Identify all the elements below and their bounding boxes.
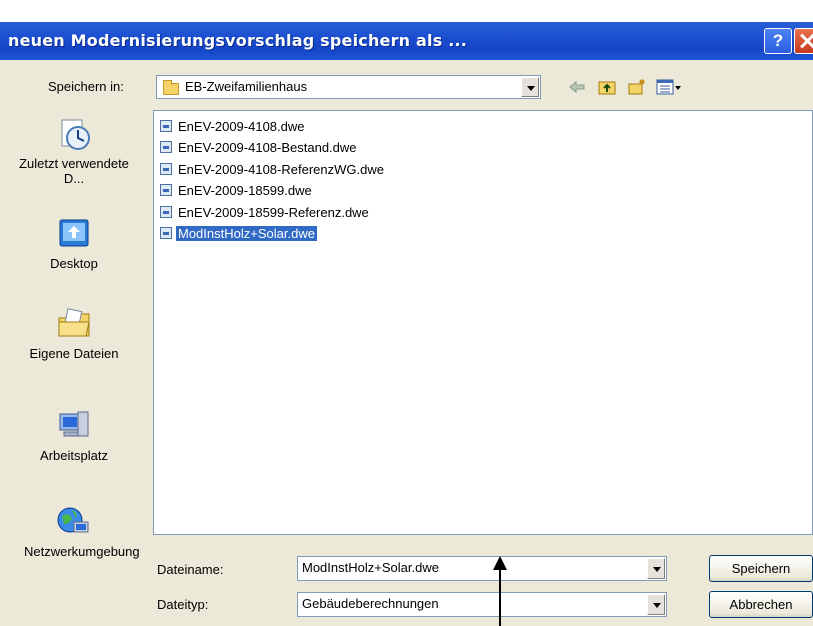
file-name: EnEV-2009-18599-Referenz.dwe bbox=[178, 205, 369, 220]
folder-icon bbox=[163, 80, 179, 95]
my-documents-icon bbox=[58, 308, 90, 337]
dwe-file-icon bbox=[160, 206, 172, 218]
dwe-file-icon bbox=[160, 141, 172, 153]
place-label: Zuletzt verwendete D... bbox=[19, 156, 129, 186]
file-name: EnEV-2009-4108.dwe bbox=[178, 119, 305, 134]
place-label: Eigene Dateien bbox=[29, 346, 119, 361]
place-network[interactable]: Netzwerkumgebung bbox=[0, 504, 148, 559]
my-computer-icon bbox=[59, 411, 89, 437]
filetype-value: Gebäudeberechnungen bbox=[302, 596, 439, 611]
up-folder-icon[interactable] bbox=[598, 78, 616, 96]
save-button[interactable]: Speichern bbox=[709, 555, 813, 582]
place-label: Netzwerkumgebung bbox=[24, 544, 140, 559]
dialog-title: neuen Modernisierungsvorschlag speichern… bbox=[8, 31, 468, 50]
close-button[interactable] bbox=[794, 28, 813, 54]
recent-documents-icon bbox=[61, 119, 90, 150]
network-icon bbox=[57, 507, 89, 533]
title-bar: neuen Modernisierungsvorschlag speichern… bbox=[0, 22, 813, 60]
filename-value: ModInstHolz+Solar.dwe bbox=[302, 560, 439, 575]
view-menu-icon[interactable] bbox=[656, 78, 682, 96]
dwe-file-icon bbox=[160, 227, 172, 239]
chevron-down-icon[interactable] bbox=[521, 77, 539, 97]
place-my-documents[interactable]: Eigene Dateien bbox=[0, 306, 148, 361]
dwe-file-icon bbox=[160, 120, 172, 132]
filename-input[interactable]: ModInstHolz+Solar.dwe bbox=[297, 556, 667, 581]
chevron-down-icon[interactable] bbox=[647, 558, 665, 579]
back-arrow-icon[interactable] bbox=[568, 78, 586, 96]
desktop-icon bbox=[59, 219, 89, 247]
place-my-computer[interactable]: Arbeitsplatz bbox=[0, 408, 148, 463]
place-desktop[interactable]: Desktop bbox=[0, 216, 148, 271]
save-in-value: EB-Zweifamilienhaus bbox=[185, 79, 308, 94]
place-label: Arbeitsplatz bbox=[40, 448, 108, 463]
dwe-file-icon bbox=[160, 163, 172, 175]
file-name: EnEV-2009-4108-ReferenzWG.dwe bbox=[178, 162, 384, 177]
new-folder-icon[interactable] bbox=[628, 78, 646, 96]
dwe-file-icon bbox=[160, 184, 172, 196]
save-in-label: Speichern in: bbox=[48, 79, 124, 94]
cancel-button[interactable]: Abbrechen bbox=[709, 591, 813, 618]
place-recent[interactable]: Zuletzt verwendete D... bbox=[0, 116, 148, 186]
chevron-down-icon[interactable] bbox=[647, 594, 665, 615]
filename-label: Dateiname: bbox=[157, 562, 224, 577]
annotation-arrow-line bbox=[499, 563, 501, 626]
save-in-dropdown[interactable]: EB-Zweifamilienhaus bbox=[156, 75, 541, 99]
places-bar: Zuletzt verwendete D... Desktop Eigene D… bbox=[0, 110, 148, 610]
place-label: Desktop bbox=[50, 256, 98, 271]
file-name: EnEV-2009-18599.dwe bbox=[178, 183, 312, 198]
file-list[interactable]: EnEV-2009-4108.dwe EnEV-2009-4108-Bestan… bbox=[153, 110, 813, 535]
filetype-label: Dateityp: bbox=[157, 597, 209, 612]
help-button[interactable]: ? bbox=[764, 28, 792, 54]
file-name: EnEV-2009-4108-Bestand.dwe bbox=[178, 140, 357, 155]
filetype-dropdown[interactable]: Gebäudeberechnungen bbox=[297, 592, 667, 617]
file-name: ModInstHolz+Solar.dwe bbox=[176, 226, 317, 241]
